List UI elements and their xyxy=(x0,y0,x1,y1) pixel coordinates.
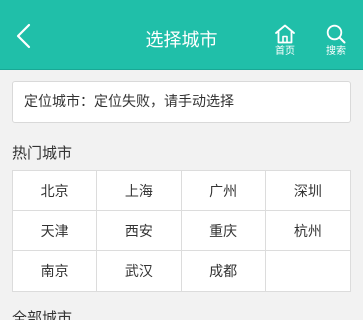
home-icon xyxy=(275,24,295,44)
home-label: 首页 xyxy=(275,46,295,57)
location-status-box: 定位城市：定位失败，请手动选择 xyxy=(12,81,351,123)
location-status: 定位失败，请手动选择 xyxy=(94,94,234,110)
city-cell-chengdu[interactable]: 成都 xyxy=(182,251,266,291)
hot-cities-title: 热门城市 xyxy=(12,144,73,162)
all-cities-title: 全部城市 xyxy=(12,309,73,320)
top-app-bar: 选择城市 首页 搜索 xyxy=(0,0,363,69)
hot-cities-grid: 北京 上海 广州 深圳 天津 西安 重庆 杭州 南京 武汉 成都 xyxy=(12,170,351,292)
location-label: 定位城市： xyxy=(24,94,94,110)
page-title: 选择城市 xyxy=(145,30,218,51)
city-cell-shenzhen[interactable]: 深圳 xyxy=(265,171,350,211)
city-cell-nanjing[interactable]: 南京 xyxy=(13,251,98,291)
city-cell-guangzhou[interactable]: 广州 xyxy=(181,171,266,211)
city-cell-xian[interactable]: 西安 xyxy=(97,211,182,251)
city-cell-hangzhou[interactable]: 杭州 xyxy=(265,211,350,251)
chevron-left-icon xyxy=(16,23,31,49)
city-cell-chongqing[interactable]: 重庆 xyxy=(181,211,266,251)
city-cell-tianjin[interactable]: 天津 xyxy=(13,211,98,251)
city-cell-empty xyxy=(266,251,350,291)
back-button[interactable] xyxy=(10,22,38,50)
search-button[interactable]: 搜索 xyxy=(319,24,353,66)
search-label: 搜索 xyxy=(326,46,346,57)
home-button[interactable]: 首页 xyxy=(268,24,302,66)
city-cell-wuhan[interactable]: 武汉 xyxy=(97,251,182,291)
search-icon xyxy=(326,24,346,44)
city-cell-beijing[interactable]: 北京 xyxy=(13,171,98,211)
city-picker-screen: 选择城市 首页 搜索 定位城市：定位失败，请手动选择 热门城市 北京 上海 广州… xyxy=(0,0,363,320)
city-cell-shanghai[interactable]: 上海 xyxy=(97,171,182,211)
